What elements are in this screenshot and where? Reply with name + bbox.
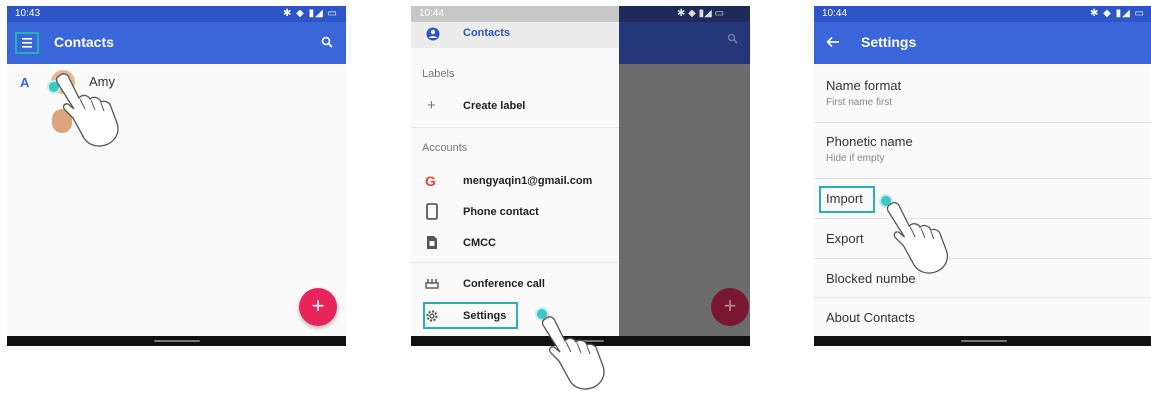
drawer-contacts-item[interactable]: Contacts <box>411 22 619 48</box>
nav-bar <box>7 336 346 346</box>
conference-call-text: Conference call <box>463 278 545 290</box>
export-item[interactable]: Export <box>814 220 1151 258</box>
hand-pointer-icon <box>886 202 948 274</box>
scrim-overlay[interactable]: ✱ ◆ ▮◢ ▭ + <box>619 6 750 336</box>
drawer-statusbar: 10:44 <box>411 6 619 22</box>
phone-icon <box>426 203 438 220</box>
search-icon[interactable] <box>321 36 333 48</box>
labels-header: Labels <box>422 68 455 80</box>
home-pill[interactable] <box>153 340 200 342</box>
add-contact-button-dimmed: + <box>711 288 749 326</box>
divider <box>411 127 619 128</box>
hand-pointer-icon <box>541 316 605 390</box>
about-contacts-text: About Contacts <box>826 310 915 325</box>
account-icon <box>426 27 440 41</box>
account-sim-item[interactable]: CMCC <box>411 231 619 257</box>
back-arrow-icon[interactable] <box>826 36 840 48</box>
app-bar: Settings <box>814 22 1151 64</box>
nav-drawer: 10:44 Contacts Labels + Create label Acc… <box>411 6 619 336</box>
status-icons: ✱ ◆ ▮◢ ▭ <box>282 8 338 19</box>
plus-icon: + <box>427 97 436 114</box>
highlight-box <box>423 302 518 329</box>
menu-icon[interactable] <box>15 32 39 54</box>
app-title: Settings <box>861 34 917 50</box>
google-icon: G <box>425 173 436 189</box>
nav-bar <box>814 336 1151 346</box>
conference-call-item[interactable]: Conference call <box>411 272 619 298</box>
search-icon <box>727 33 738 44</box>
conference-icon <box>425 279 439 289</box>
status-bar: 10:43 ✱ ◆ ▮◢ ▭ <box>7 6 346 22</box>
export-text: Export <box>826 231 864 246</box>
account-phone-item[interactable]: Phone contact <box>411 200 619 226</box>
add-contact-button[interactable]: + <box>299 288 337 326</box>
account-google-text: mengyaqin1@gmail.com <box>463 175 593 187</box>
divider <box>814 297 1151 298</box>
accounts-header: Accounts <box>422 142 468 154</box>
drawer-screen: ✱ ◆ ▮◢ ▭ + 10:44 Contacts Labels + Creat… <box>411 6 750 346</box>
sim-icon <box>427 236 437 249</box>
status-icons: ✱ ◆ ▮◢ ▭ <box>677 8 725 19</box>
highlight-box <box>819 186 875 213</box>
divider <box>814 122 1151 123</box>
status-time: 10:43 <box>15 8 41 19</box>
app-bar: Contacts <box>7 22 346 64</box>
name-format-value: First name first <box>826 97 893 108</box>
account-google-item[interactable]: G mengyaqin1@gmail.com <box>411 169 619 195</box>
name-format-title: Name format <box>826 78 902 93</box>
app-title: Contacts <box>54 34 114 50</box>
divider <box>814 178 1151 179</box>
divider <box>814 218 1151 219</box>
status-bar: 10:44 ✱ ◆ ▮◢ ▭ <box>814 6 1151 22</box>
phonetic-name-value: Hide if empty <box>826 153 885 164</box>
phonetic-name-item[interactable]: Phonetic name Hide if empty <box>814 124 1151 176</box>
divider <box>814 258 1151 259</box>
create-label-item[interactable]: + Create label <box>411 94 619 120</box>
hand-pointer-icon <box>55 73 119 147</box>
blocked-numbers-item[interactable]: Blocked numbe <box>814 260 1151 298</box>
about-contacts-item[interactable]: About Contacts <box>814 299 1151 335</box>
name-format-item[interactable]: Name format First name first <box>814 69 1151 121</box>
status-time: 10:44 <box>419 8 445 19</box>
drawer-contacts-label: Contacts <box>463 27 511 39</box>
create-label-text: Create label <box>463 100 526 112</box>
section-letter: A <box>20 75 30 90</box>
account-sim-text: CMCC <box>463 237 496 249</box>
home-pill[interactable] <box>960 340 1007 342</box>
divider <box>411 262 619 263</box>
phonetic-name-title: Phonetic name <box>826 134 913 149</box>
settings-screen: 10:44 ✱ ◆ ▮◢ ▭ Settings Name format Firs… <box>814 6 1151 346</box>
account-phone-text: Phone contact <box>463 206 539 218</box>
status-time: 10:44 <box>822 8 848 19</box>
status-icons: ✱ ◆ ▮◢ ▭ <box>1089 8 1145 19</box>
contacts-screen: 10:43 ✱ ◆ ▮◢ ▭ Contacts A Amy + <box>7 6 346 346</box>
